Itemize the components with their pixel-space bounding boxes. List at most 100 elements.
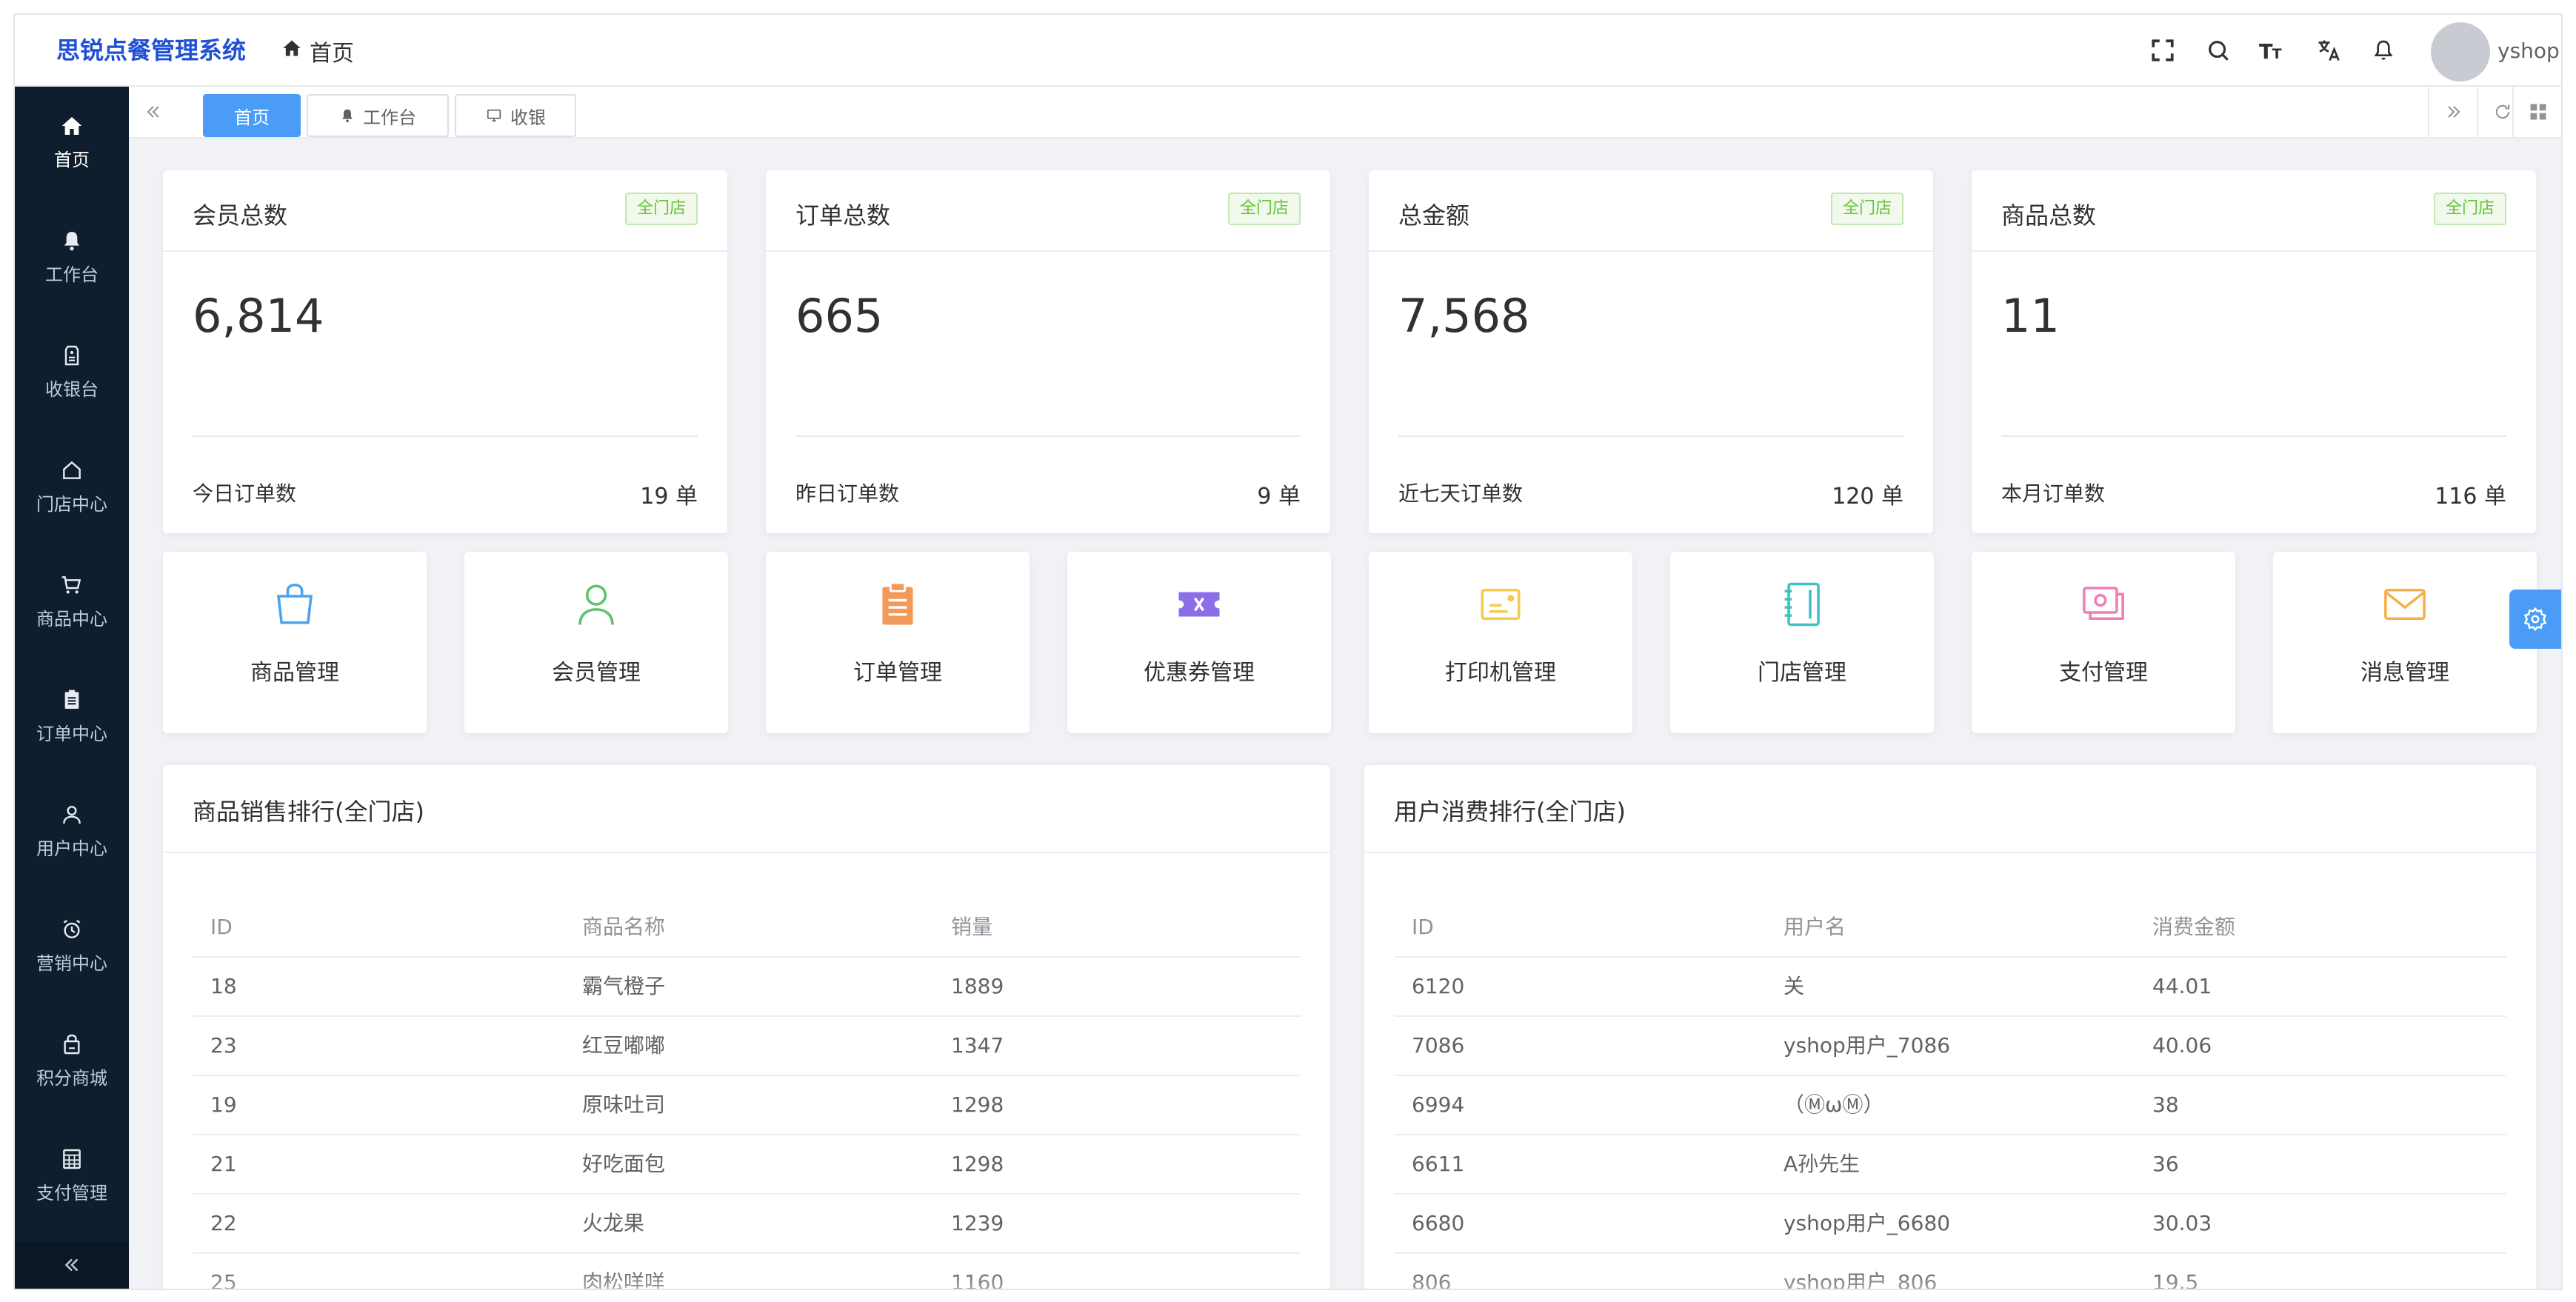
cell-id: 6120 xyxy=(1412,974,1465,998)
panel-title: 商品销售排行(全门店) xyxy=(193,798,424,826)
notification-bell-icon[interactable] xyxy=(2367,34,2400,67)
translate-icon[interactable] xyxy=(2312,34,2345,67)
stat-footer-label: 本月订单数 xyxy=(2001,481,2106,506)
column-header[interactable]: 用户名 xyxy=(1783,898,1846,956)
home-icon xyxy=(281,38,302,64)
column-header[interactable]: 销量 xyxy=(951,898,992,956)
table-row[interactable]: 21 好吃面包 1298 xyxy=(193,1135,1301,1195)
theme-settings-button[interactable] xyxy=(2509,590,2561,649)
bell-icon xyxy=(342,109,353,123)
sidebar-item-workbench[interactable]: 工作台 xyxy=(15,201,129,313)
tags-scroll-left-button[interactable] xyxy=(129,87,178,137)
sidebar-item-payment[interactable]: 支付管理 xyxy=(15,1120,129,1231)
cell-id: 21 xyxy=(210,1152,237,1176)
table-row[interactable]: 6611 A孙先生 36 xyxy=(1394,1135,2506,1195)
sidebar-item-order-center[interactable]: 订单中心 xyxy=(15,661,129,772)
tags-scroll-right-button[interactable] xyxy=(2428,87,2478,137)
sidebar-item-home[interactable]: 首页 xyxy=(15,87,129,198)
shortcut-label: 支付管理 xyxy=(2059,660,2148,686)
stat-value: 7,568 xyxy=(1398,289,1530,343)
shortcut-label: 会员管理 xyxy=(552,660,641,686)
cell-amount: 40.06 xyxy=(2152,1033,2212,1058)
cell-username: yshop用户_6680 xyxy=(1783,1211,1951,1235)
sidebar-item-user-center[interactable]: 用户中心 xyxy=(15,775,129,887)
table-row[interactable]: 23 红豆嘟嘟 1347 xyxy=(193,1017,1301,1076)
divider xyxy=(163,250,727,252)
fullscreen-icon[interactable] xyxy=(2146,34,2179,67)
column-header[interactable]: 商品名称 xyxy=(582,898,665,956)
divider xyxy=(1364,852,2536,853)
stat-footer-value: 120 单 xyxy=(1832,484,1903,510)
sidebar-item-marketing-center[interactable]: 营销中心 xyxy=(15,890,129,1001)
cell-id: 7086 xyxy=(1412,1033,1465,1058)
sidebar-item-product-center[interactable]: 商品中心 xyxy=(15,546,129,657)
home-icon xyxy=(61,116,82,135)
breadcrumb-item-home[interactable]: 首页 xyxy=(310,35,354,67)
panel-title: 用户消费排行(全门店) xyxy=(1394,798,1626,826)
tags-menu-button[interactable] xyxy=(2512,87,2561,137)
shortcut-member-management[interactable]: 会员管理 xyxy=(464,552,728,733)
shortcut-label: 消息管理 xyxy=(2360,660,2449,686)
table-row[interactable]: 6120 关 44.01 xyxy=(1394,958,2506,1017)
double-chevron-left-icon xyxy=(147,106,159,118)
svg-text:T: T xyxy=(2272,46,2282,62)
app-window: 思锐点餐管理系统 首页 TT yshop 首页 工作台 收银台 门店中心 商品中… xyxy=(15,15,2561,1289)
app-title[interactable]: 思锐点餐管理系统 xyxy=(56,15,246,87)
cell-product-name: 火龙果 xyxy=(582,1211,645,1235)
stat-card-members: 会员总数 全门店 6,814 今日订单数 19 单 xyxy=(163,170,727,533)
sidebar-item-store-center[interactable]: 门店中心 xyxy=(15,431,129,542)
double-chevron-left-icon xyxy=(64,1258,79,1272)
shortcut-payment-management[interactable]: 支付管理 xyxy=(1972,552,2235,733)
cell-id: 6680 xyxy=(1412,1211,1465,1235)
divider xyxy=(193,435,698,437)
cell-sales: 1889 xyxy=(951,974,1004,998)
sidebar-item-points-mall[interactable]: 积分商城 xyxy=(15,1005,129,1116)
table-row[interactable]: 22 火龙果 1239 xyxy=(193,1195,1301,1254)
payment-icon xyxy=(2083,587,2124,621)
cell-id: 23 xyxy=(210,1033,237,1058)
divider xyxy=(766,250,1330,252)
stat-value: 6,814 xyxy=(193,289,324,343)
tab-cashier[interactable]: 收银 xyxy=(455,94,576,137)
shortcut-label: 门店管理 xyxy=(1758,660,1846,686)
notebook-icon xyxy=(1784,582,1820,627)
search-icon[interactable] xyxy=(2202,34,2235,67)
cell-product-name: 霸气橙子 xyxy=(582,974,666,998)
sidebar-item-label: 订单中心 xyxy=(36,723,107,744)
stat-footer-value: 9 单 xyxy=(1257,484,1301,510)
column-header[interactable]: ID xyxy=(1412,898,1434,956)
order-clipboard-icon xyxy=(882,581,913,625)
username[interactable]: yshop xyxy=(2497,15,2560,87)
column-header[interactable]: ID xyxy=(210,898,233,956)
shortcut-label: 打印机管理 xyxy=(1445,660,1556,686)
stat-title: 商品总数 xyxy=(2001,201,2097,230)
table-row[interactable]: 19 原味吐司 1298 xyxy=(193,1076,1301,1135)
tab-label: 工作台 xyxy=(363,107,416,128)
shortcut-product-management[interactable]: 商品管理 xyxy=(163,552,427,733)
shortcut-printer-management[interactable]: 打印机管理 xyxy=(1369,552,1632,733)
sidebar-item-cashier[interactable]: 收银台 xyxy=(15,316,129,427)
sidebar-collapse-button[interactable] xyxy=(15,1241,129,1289)
cell-product-name: 好吃面包 xyxy=(582,1152,666,1176)
alarm-icon xyxy=(63,919,81,938)
avatar[interactable] xyxy=(2431,22,2490,81)
shortcut-message-management[interactable]: 消息管理 xyxy=(2273,552,2537,733)
table-row[interactable]: 7086 yshop用户_7086 40.06 xyxy=(1394,1017,2506,1076)
coupon-icon xyxy=(1178,592,1220,617)
calculator-icon xyxy=(63,1149,81,1169)
table-row[interactable]: 6680 yshop用户_6680 30.03 xyxy=(1394,1195,2506,1254)
house-icon xyxy=(63,461,81,479)
shortcut-order-management[interactable]: 订单管理 xyxy=(766,552,1030,733)
bell-icon xyxy=(64,231,79,250)
member-icon xyxy=(578,584,614,625)
cell-id: 22 xyxy=(210,1211,237,1235)
column-header[interactable]: 消费金额 xyxy=(2152,898,2235,956)
shortcut-store-management[interactable]: 门店管理 xyxy=(1670,552,1934,733)
font-size-icon[interactable]: TT xyxy=(2257,34,2289,67)
tab-workbench[interactable]: 工作台 xyxy=(307,94,449,137)
table-row[interactable]: 18 霸气橙子 1889 xyxy=(193,958,1301,1017)
stat-footer-label: 昨日订单数 xyxy=(795,481,900,506)
shortcut-coupon-management[interactable]: 优惠券管理 xyxy=(1067,552,1331,733)
table-row[interactable]: 6994 （ⓂωⓂ） 38 xyxy=(1394,1076,2506,1135)
tab-home[interactable]: 首页 xyxy=(203,94,301,137)
